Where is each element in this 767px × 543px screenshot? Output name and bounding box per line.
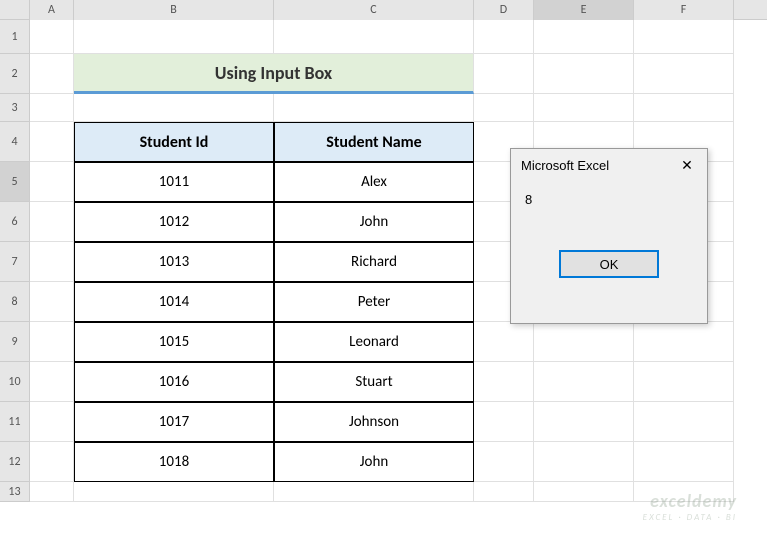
- cell-D10[interactable]: [474, 362, 534, 402]
- table-row[interactable]: Richard: [274, 242, 474, 282]
- row-header-5[interactable]: 5: [0, 162, 30, 202]
- column-headers: A B C D E F: [0, 0, 767, 20]
- ok-button[interactable]: OK: [559, 250, 659, 278]
- row-header-6[interactable]: 6: [0, 202, 30, 242]
- table-row[interactable]: Stuart: [274, 362, 474, 402]
- cell-A9[interactable]: [30, 322, 74, 362]
- cell-F12[interactable]: [634, 442, 734, 482]
- row-header-8[interactable]: 8: [0, 282, 30, 322]
- row-header-12[interactable]: 12: [0, 442, 30, 482]
- row-header-10[interactable]: 10: [0, 362, 30, 402]
- cell-A8[interactable]: [30, 282, 74, 322]
- cell-A4[interactable]: [30, 122, 74, 162]
- watermark-sub: EXCEL · DATA · BI: [643, 512, 737, 523]
- table-row[interactable]: John: [274, 202, 474, 242]
- message-box: Microsoft Excel ✕ 8 OK: [510, 148, 708, 324]
- table-row[interactable]: Leonard: [274, 322, 474, 362]
- table-header-id[interactable]: Student Id: [74, 122, 274, 162]
- cell-F11[interactable]: [634, 402, 734, 442]
- table-row[interactable]: 1017: [74, 402, 274, 442]
- cell-D13[interactable]: [474, 482, 534, 502]
- dialog-message: 8: [511, 182, 707, 242]
- cell-A12[interactable]: [30, 442, 74, 482]
- cell-A13[interactable]: [30, 482, 74, 502]
- row-3: 3: [0, 94, 767, 122]
- table-row[interactable]: 1018: [74, 442, 274, 482]
- cell-F1[interactable]: [634, 20, 734, 54]
- table-row[interactable]: 1013: [74, 242, 274, 282]
- row-header-4[interactable]: 4: [0, 122, 30, 162]
- cell-D9[interactable]: [474, 322, 534, 362]
- row-10: 10 1016 Stuart: [0, 362, 767, 402]
- row-2: 2 Using Input Box: [0, 54, 767, 94]
- row-9: 9 1015 Leonard: [0, 322, 767, 362]
- dialog-title-text: Microsoft Excel: [521, 158, 609, 173]
- cell-A11[interactable]: [30, 402, 74, 442]
- cell-A10[interactable]: [30, 362, 74, 402]
- cell-E10[interactable]: [534, 362, 634, 402]
- cell-B3[interactable]: [74, 94, 274, 122]
- cell-F10[interactable]: [634, 362, 734, 402]
- row-header-13[interactable]: 13: [0, 482, 30, 502]
- cell-C13[interactable]: [274, 482, 474, 502]
- row-header-1[interactable]: 1: [0, 20, 30, 54]
- row-header-7[interactable]: 7: [0, 242, 30, 282]
- col-header-E[interactable]: E: [534, 0, 634, 20]
- col-header-A[interactable]: A: [30, 0, 74, 20]
- cell-F2[interactable]: [634, 54, 734, 94]
- cell-A5[interactable]: [30, 162, 74, 202]
- cell-E3[interactable]: [534, 94, 634, 122]
- cell-D1[interactable]: [474, 20, 534, 54]
- cell-D11[interactable]: [474, 402, 534, 442]
- cell-E11[interactable]: [534, 402, 634, 442]
- cell-D3[interactable]: [474, 94, 534, 122]
- cell-B13[interactable]: [74, 482, 274, 502]
- row-header-11[interactable]: 11: [0, 402, 30, 442]
- title-cell[interactable]: Using Input Box: [74, 54, 474, 94]
- watermark-main: exceldemy: [643, 490, 737, 512]
- cell-D2[interactable]: [474, 54, 534, 94]
- table-row[interactable]: 1014: [74, 282, 274, 322]
- col-header-C[interactable]: C: [274, 0, 474, 20]
- table-row[interactable]: Peter: [274, 282, 474, 322]
- cell-E9[interactable]: [534, 322, 634, 362]
- table-row[interactable]: 1012: [74, 202, 274, 242]
- cell-D12[interactable]: [474, 442, 534, 482]
- cell-C3[interactable]: [274, 94, 474, 122]
- row-header-9[interactable]: 9: [0, 322, 30, 362]
- cell-A7[interactable]: [30, 242, 74, 282]
- row-header-3[interactable]: 3: [0, 94, 30, 122]
- table-row[interactable]: John: [274, 442, 474, 482]
- cell-E12[interactable]: [534, 442, 634, 482]
- dialog-footer: OK: [511, 242, 707, 294]
- table-header-name[interactable]: Student Name: [274, 122, 474, 162]
- watermark: exceldemy EXCEL · DATA · BI: [643, 490, 737, 523]
- dialog-titlebar: Microsoft Excel ✕: [511, 149, 707, 182]
- cell-A1[interactable]: [30, 20, 74, 54]
- row-header-2[interactable]: 2: [0, 54, 30, 94]
- cell-E13[interactable]: [534, 482, 634, 502]
- row-12: 12 1018 John: [0, 442, 767, 482]
- table-row[interactable]: Johnson: [274, 402, 474, 442]
- table-row[interactable]: 1016: [74, 362, 274, 402]
- row-1: 1: [0, 20, 767, 54]
- row-11: 11 1017 Johnson: [0, 402, 767, 442]
- cell-A3[interactable]: [30, 94, 74, 122]
- cell-A6[interactable]: [30, 202, 74, 242]
- cell-E1[interactable]: [534, 20, 634, 54]
- cell-A2[interactable]: [30, 54, 74, 94]
- cell-F3[interactable]: [634, 94, 734, 122]
- select-all-corner[interactable]: [0, 0, 30, 20]
- cell-F9[interactable]: [634, 322, 734, 362]
- col-header-D[interactable]: D: [474, 0, 534, 20]
- cell-C1[interactable]: [274, 20, 474, 54]
- col-header-B[interactable]: B: [74, 0, 274, 20]
- col-header-F[interactable]: F: [634, 0, 734, 20]
- cell-E2[interactable]: [534, 54, 634, 94]
- close-icon[interactable]: ✕: [677, 157, 697, 174]
- cell-B1[interactable]: [74, 20, 274, 54]
- table-row[interactable]: Alex: [274, 162, 474, 202]
- table-row[interactable]: 1011: [74, 162, 274, 202]
- table-row[interactable]: 1015: [74, 322, 274, 362]
